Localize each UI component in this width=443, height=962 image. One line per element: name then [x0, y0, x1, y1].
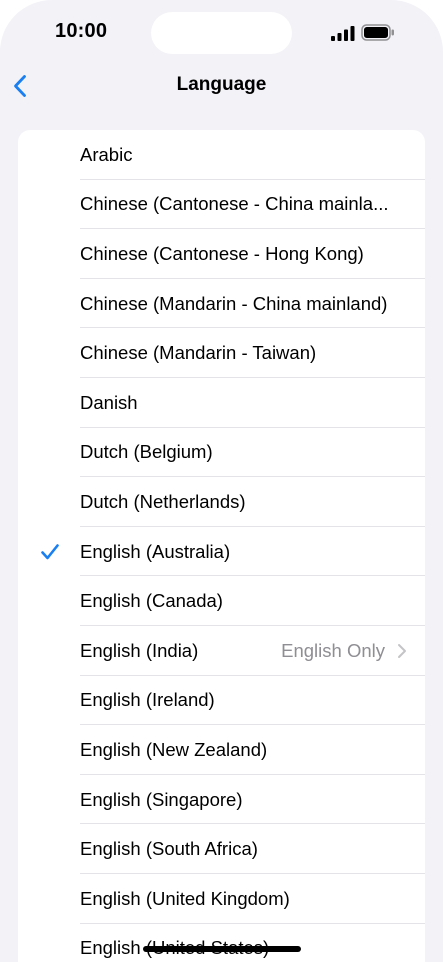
chevron-right-icon [398, 643, 406, 658]
language-row[interactable]: English (Singapore) [18, 775, 425, 825]
language-list: Arabic Chinese (Cantonese - China mainla.… [18, 130, 425, 962]
language-row[interactable]: English (United Kingdom) [18, 874, 425, 924]
dynamic-island [151, 12, 292, 54]
language-label: Dutch (Netherlands) [80, 490, 246, 512]
checkmark-icon [41, 543, 59, 559]
cellular-signal-icon [331, 26, 355, 41]
status-time: 10:00 [55, 20, 108, 42]
language-row[interactable]: Danish [18, 378, 425, 428]
language-row[interactable]: Arabic [18, 130, 425, 180]
page-title: Language [176, 74, 267, 95]
language-label: Dutch (Belgium) [80, 441, 213, 463]
language-label: English (United Kingdom) [80, 887, 290, 909]
language-label: English (Ireland) [80, 689, 215, 711]
battery-icon [361, 24, 394, 41]
language-row[interactable]: English (Australia) [18, 527, 425, 577]
language-label: Chinese (Cantonese - Hong Kong) [80, 242, 364, 264]
language-row[interactable]: Chinese (Mandarin - Taiwan) [18, 328, 425, 378]
language-label: Danish [80, 391, 138, 413]
language-label: English (Singapore) [80, 788, 243, 810]
language-row[interactable]: Chinese (Cantonese - Hong Kong) [18, 229, 425, 279]
language-row[interactable]: Chinese (Mandarin - China mainland) [18, 279, 425, 329]
language-row[interactable]: Dutch (Netherlands) [18, 477, 425, 527]
language-label: English (New Zealand) [80, 738, 268, 760]
language-row[interactable]: English (India) English Only [18, 626, 425, 676]
language-detail: English Only [281, 639, 385, 661]
language-label: English (South Africa) [80, 838, 258, 860]
navigation-bar: Language [0, 60, 443, 112]
home-indicator[interactable] [143, 946, 301, 952]
language-label: Arabic [80, 143, 133, 165]
language-row[interactable]: English (Ireland) [18, 676, 425, 726]
language-row[interactable]: English (South Africa) [18, 824, 425, 874]
language-label: English (Canada) [80, 590, 223, 612]
language-row[interactable]: English (Canada) [18, 576, 425, 626]
phone-screen: 10:00 Language Arabic Chinese (Cantonese … [0, 0, 443, 962]
language-row[interactable]: Chinese (Cantonese - China mainla... [18, 180, 425, 230]
language-label: Chinese (Mandarin - China mainland) [80, 292, 388, 314]
language-row[interactable]: English (New Zealand) [18, 725, 425, 775]
language-row[interactable]: Dutch (Belgium) [18, 428, 425, 478]
language-label: English (Australia) [80, 540, 231, 562]
language-row[interactable]: English (United States) [18, 924, 425, 962]
language-label: Chinese (Cantonese - China mainla... [80, 193, 389, 215]
language-label: Chinese (Mandarin - Taiwan) [80, 342, 317, 364]
